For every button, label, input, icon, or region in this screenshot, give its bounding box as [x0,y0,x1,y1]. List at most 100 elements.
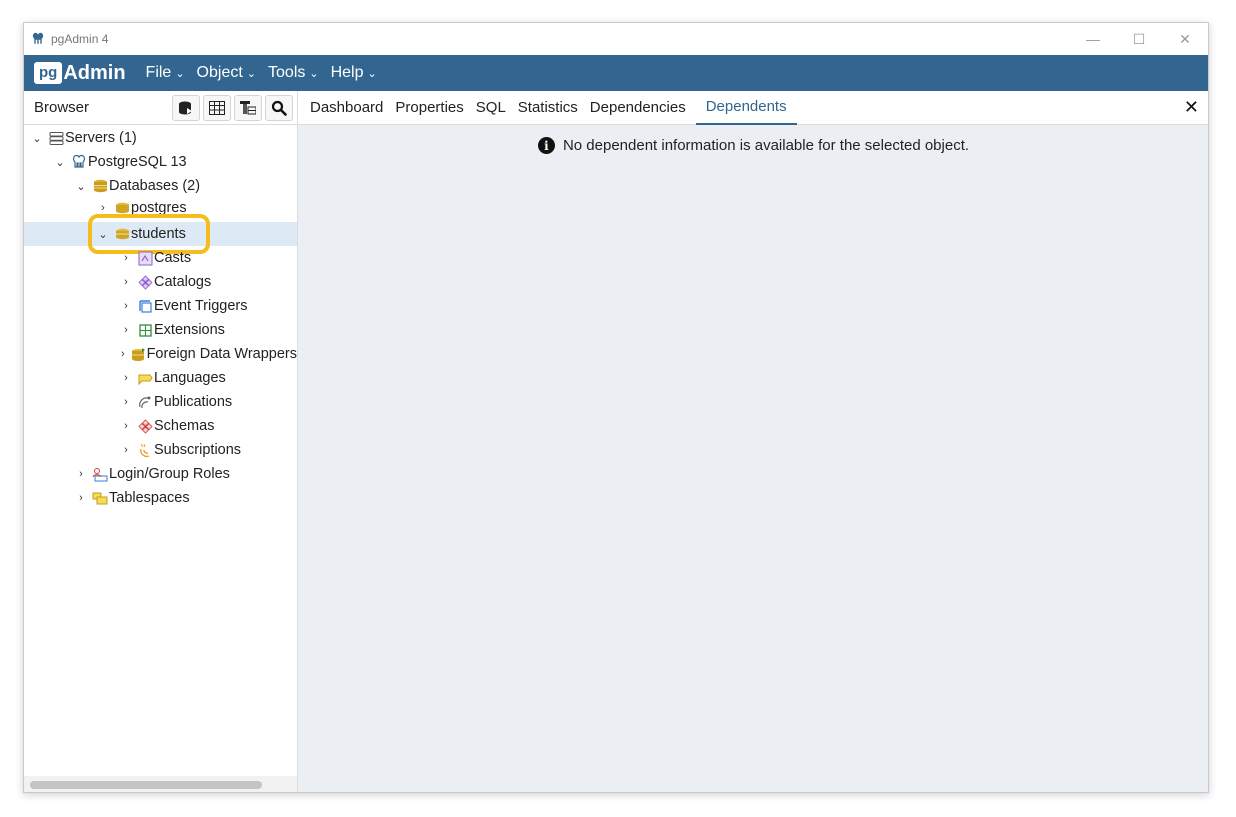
tablespaces-icon [92,490,108,506]
pgadmin-elephant-icon [30,31,46,47]
browser-panel: Browser ⌄ Servers (1) ⌄ PostgreSQL 13 ⌄ … [24,91,298,792]
app-window: pgAdmin 4 — ☐ ✕ pg Admin File ⌄ Object ⌄ T… [23,22,1209,793]
menu-tools[interactable]: Tools ⌄ [268,64,319,82]
menu-file[interactable]: File ⌄ [146,64,185,82]
chevron-down-icon: ⌄ [175,67,185,80]
query-tool-icon [179,101,192,114]
chevron-down-icon: ⌄ [309,67,319,80]
pgadmin-logo: pg Admin [34,62,126,85]
tree-node-label: Foreign Data Wrappers [146,346,297,362]
catalogs-icon [137,274,153,290]
menu-help[interactable]: Help ⌄ [331,64,377,82]
chevron-right-icon[interactable]: › [119,348,127,360]
tab-dependencies[interactable]: Dependencies [590,91,686,125]
databases-icon [92,178,108,194]
chevron-down-icon: ⌄ [246,67,257,80]
chevron-right-icon[interactable]: › [119,372,133,384]
foreign-data-wrappers-icon [131,346,146,362]
postgres-elephant-icon [71,154,87,170]
tree-node-label: Tablespaces [109,490,190,506]
chevron-down-icon[interactable]: ⌄ [53,156,67,169]
close-window-button[interactable]: ✕ [1162,23,1208,55]
languages-icon [137,370,153,386]
tree-node-label: Databases (2) [109,178,201,194]
chevron-down-icon[interactable]: ⌄ [74,180,88,193]
view-data-button[interactable] [203,94,231,121]
extensions-icon [137,322,153,338]
chevron-down-icon: ⌄ [367,67,377,80]
tree-node-label: Catalogs [154,274,212,290]
close-panel-button[interactable]: ✕ [1184,97,1199,118]
tree-node-casts[interactable]: › Casts [119,246,191,270]
horizontal-scrollbar[interactable] [24,776,297,792]
scrollbar-thumb[interactable] [30,781,262,789]
search-icon [271,100,287,116]
chevron-right-icon[interactable]: › [119,444,133,456]
schemas-icon [137,418,153,434]
tree-node-label: Subscriptions [154,442,242,458]
chevron-right-icon[interactable]: › [119,252,133,264]
casts-icon [137,250,153,266]
tree-node-databases[interactable]: ⌄ Databases (2) [74,174,200,198]
tree-node-extensions[interactable]: › Extensions [119,318,225,342]
login-roles-icon [92,466,108,482]
chevron-down-icon[interactable]: ⌄ [30,132,44,145]
menu-object[interactable]: Object ⌄ [197,64,256,82]
servers-icon [48,130,64,146]
tab-statistics[interactable]: Statistics [518,91,578,125]
tab-sql[interactable]: SQL [476,91,506,125]
tree-node-event-triggers[interactable]: › Event Triggers [119,294,248,318]
browser-title: Browser [34,99,90,116]
event-triggers-icon [137,298,153,314]
tree-node-catalogs[interactable]: › Catalogs [119,270,211,294]
table-view-icon [209,100,225,115]
tab-bar: Dashboard Properties SQL Statistics Depe… [298,91,1208,125]
tree-node-postgresql-13[interactable]: ⌄ PostgreSQL 13 [53,150,187,174]
chevron-right-icon[interactable]: › [119,276,133,288]
tree-node-label: Event Triggers [154,298,248,314]
chevron-right-icon[interactable]: › [119,324,133,336]
chevron-right-icon[interactable]: › [119,300,133,312]
tree-node-servers[interactable]: ⌄ Servers (1) [30,126,137,150]
tree-node-languages[interactable]: › Languages [119,366,226,390]
chevron-right-icon[interactable]: › [96,202,110,214]
tab-dashboard[interactable]: Dashboard [310,91,383,125]
tree-node-foreign-data-wrappers[interactable]: › Foreign Data Wrappers [119,342,297,366]
tree-node-label: Extensions [154,322,225,338]
chevron-right-icon[interactable]: › [74,468,88,480]
message-text: No dependent information is available fo… [562,137,970,154]
window-title: pgAdmin 4 [51,32,109,46]
tab-dependents[interactable]: Dependents [695,91,797,125]
chevron-right-icon[interactable]: › [74,492,88,504]
maximize-button[interactable]: ☐ [1116,23,1162,55]
chevron-right-icon[interactable]: › [119,396,133,408]
tree-node-tablespaces[interactable]: › Tablespaces [74,486,190,510]
tree-node-label: Servers (1) [65,130,137,146]
tree-node-label: Schemas [154,418,215,434]
tree-node-publications[interactable]: › Publications [119,390,232,414]
search-objects-button[interactable] [265,94,293,121]
empty-state-message: i No dependent information is available … [298,137,1208,154]
minimize-button[interactable]: — [1070,23,1116,55]
filter-table-icon [240,100,256,114]
logo-admin: Admin [63,61,126,84]
tree-node-label: Casts [154,250,192,266]
info-icon: i [537,137,555,154]
tree-node-label: Publications [154,394,233,410]
browser-header: Browser [24,91,297,125]
tab-properties[interactable]: Properties [395,91,463,125]
tree-node-subscriptions[interactable]: › Subscriptions [119,438,241,462]
tree-node-label: Languages [154,370,226,386]
logo-pg: pg [34,62,63,84]
title-bar: pgAdmin 4 — ☐ ✕ [24,23,1208,55]
query-tool-button[interactable] [172,94,200,121]
chevron-right-icon[interactable]: › [119,420,133,432]
tree-node-label: Login/Group Roles [109,466,230,482]
main-panel: Dashboard Properties SQL Statistics Depe… [298,91,1208,792]
tree-node-schemas[interactable]: › Schemas [119,414,214,438]
filtered-rows-button[interactable] [234,94,262,121]
menu-bar: pg Admin File ⌄ Object ⌄ Tools ⌄ Help ⌄ [24,55,1208,91]
publications-icon [137,394,153,410]
tree-node-label: PostgreSQL 13 [88,154,187,170]
tree-node-login-group-roles[interactable]: › Login/Group Roles [74,462,230,486]
